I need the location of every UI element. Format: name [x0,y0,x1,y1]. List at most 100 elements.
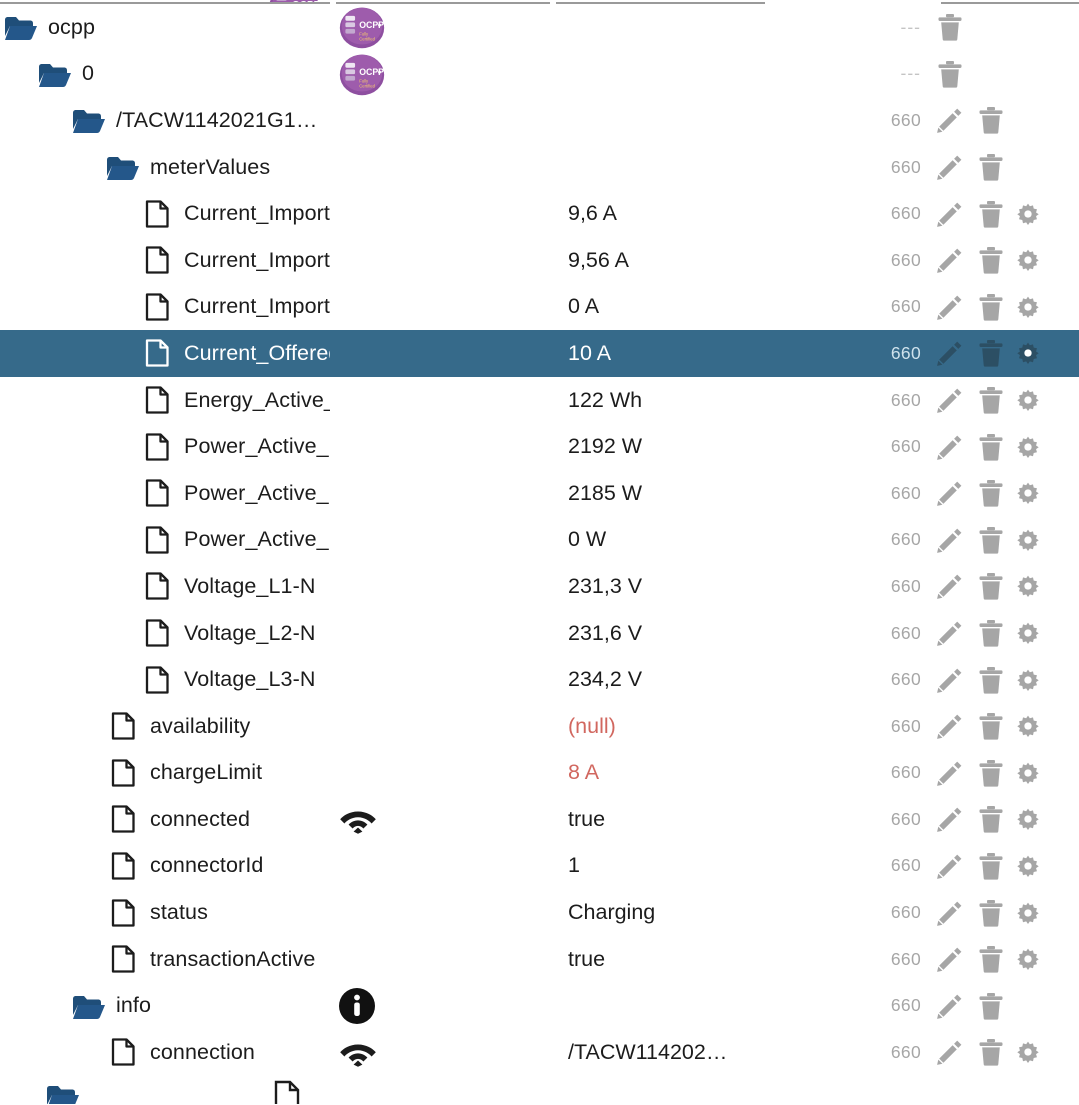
edit-icon[interactable] [936,805,964,833]
delete-icon[interactable] [978,759,1004,787]
table-row[interactable]: Current_Import… 9,6 A 660 [0,190,1079,237]
gear-icon[interactable] [1017,478,1039,508]
table-row[interactable]: connected true 660 [0,796,1079,843]
gear-icon[interactable] [1017,292,1039,322]
delete-icon[interactable] [978,852,1004,880]
table-row[interactable]: Voltage_L2-N 231,6 V 660 [0,609,1079,657]
gear-icon[interactable] [1017,245,1039,275]
edit-icon[interactable] [936,433,964,461]
delete-icon[interactable] [978,293,1004,321]
edit-icon[interactable] [936,1038,964,1066]
table-row[interactable]: /TACW1142021G1… 660 [0,97,1079,144]
table-row[interactable]: chargeLimit 8 A 660 [0,749,1079,797]
document-icon[interactable] [140,569,174,603]
edit-icon-button[interactable] [935,804,965,834]
delete-icon-button[interactable] [976,478,1006,508]
gear-icon[interactable] [1017,711,1039,741]
document-icon[interactable] [140,430,174,464]
gear-icon-button[interactable] [1017,292,1039,322]
row-name-cell[interactable]: chargeLimit [0,750,330,797]
table-row[interactable]: ocpp OCPP Fully Certified --- [0,4,1079,51]
delete-icon[interactable] [978,386,1004,414]
row-name-cell[interactable]: connected [0,796,330,843]
gear-icon[interactable] [1017,944,1039,974]
row-value-cell[interactable]: 8 A [550,750,765,797]
table-row[interactable]: connection /TACW114202… 660 [0,1029,1079,1076]
document-icon[interactable] [140,336,174,370]
edit-icon[interactable] [936,666,964,694]
row-name-cell[interactable]: availability [0,703,330,750]
table-row[interactable]: Power_Active_I… 2192 W 660 [0,423,1079,470]
edit-icon[interactable] [936,479,964,507]
gear-icon[interactable] [1017,1037,1039,1067]
document-icon[interactable] [106,709,140,743]
table-row[interactable]: 0 OCPP Fully Certified --- [0,50,1079,98]
table-row[interactable]: Current_Import… 0 A 660 [0,283,1079,331]
edit-icon[interactable] [936,572,964,600]
edit-icon[interactable] [936,246,964,274]
gear-icon-button[interactable] [1017,525,1039,555]
edit-icon-button[interactable] [935,385,965,415]
gear-icon[interactable] [1017,758,1039,788]
delete-icon[interactable] [978,619,1004,647]
row-value-cell[interactable] [550,144,765,191]
row-value-cell[interactable]: true [550,936,765,983]
document-icon[interactable] [106,802,140,836]
delete-icon[interactable] [978,1038,1004,1066]
edit-icon[interactable] [936,339,964,367]
gear-icon[interactable] [1017,338,1039,368]
edit-icon[interactable] [936,899,964,927]
table-row[interactable]: Power_Active_I… 2185 W 660 [0,469,1079,517]
gear-icon-button[interactable] [1017,571,1039,601]
table-row[interactable]: Power_Active_I… 0 W 660 [0,516,1079,564]
edit-icon[interactable] [936,526,964,554]
gear-icon[interactable] [1017,665,1039,695]
row-name-cell[interactable]: meterValues [0,144,330,191]
edit-icon-button[interactable] [935,851,965,881]
document-icon[interactable] [140,290,174,324]
gear-icon[interactable] [1017,898,1039,928]
row-value-cell[interactable]: /TACW114202… [550,1029,765,1076]
table-row[interactable]: Voltage_L1-N 231,3 V 660 [0,563,1079,610]
row-name-cell[interactable]: Voltage_L3-N [0,656,330,703]
delete-icon-button[interactable] [976,571,1006,601]
delete-icon-button[interactable] [976,292,1006,322]
folder-open-icon[interactable] [4,10,38,44]
table-row[interactable]: transactionActive true 660 [0,935,1079,983]
edit-icon[interactable] [936,619,964,647]
document-icon[interactable] [106,756,140,790]
edit-icon-button[interactable] [935,758,965,788]
edit-icon-button[interactable] [935,618,965,648]
delete-icon-button[interactable] [935,12,965,42]
delete-icon[interactable] [978,200,1004,228]
row-value-cell[interactable]: Charging [550,889,765,936]
delete-icon-button[interactable] [976,991,1006,1021]
edit-icon[interactable] [936,759,964,787]
gear-icon[interactable] [1017,432,1039,462]
delete-icon[interactable] [978,433,1004,461]
row-name-cell[interactable]: Current_Import… [0,190,330,237]
row-name-cell[interactable]: Current_Import… [0,284,330,331]
delete-icon[interactable] [978,106,1004,135]
gear-icon[interactable] [1017,618,1039,648]
row-name-cell[interactable]: Voltage_L1-N [0,563,330,610]
edit-icon-button[interactable] [935,525,965,555]
delete-icon-button[interactable] [976,385,1006,415]
gear-icon-button[interactable] [1017,385,1039,415]
row-name-cell[interactable]: /TACW1142021G1… [0,97,330,144]
row-value-cell[interactable]: 231,6 V [550,610,765,657]
edit-icon-button[interactable] [935,898,965,928]
row-value-cell[interactable] [550,4,765,51]
gear-icon[interactable] [1017,525,1039,555]
edit-icon[interactable] [936,386,964,414]
document-icon[interactable] [140,476,174,510]
gear-icon[interactable] [1017,804,1039,834]
row-name-cell[interactable]: ocpp [0,4,330,51]
folder-open-icon[interactable] [72,103,106,137]
delete-icon[interactable] [978,526,1004,554]
delete-icon-button[interactable] [976,338,1006,368]
folder-open-icon[interactable] [72,989,106,1023]
edit-icon-button[interactable] [935,152,965,182]
delete-icon-button[interactable] [976,152,1006,182]
edit-icon[interactable] [936,106,964,134]
